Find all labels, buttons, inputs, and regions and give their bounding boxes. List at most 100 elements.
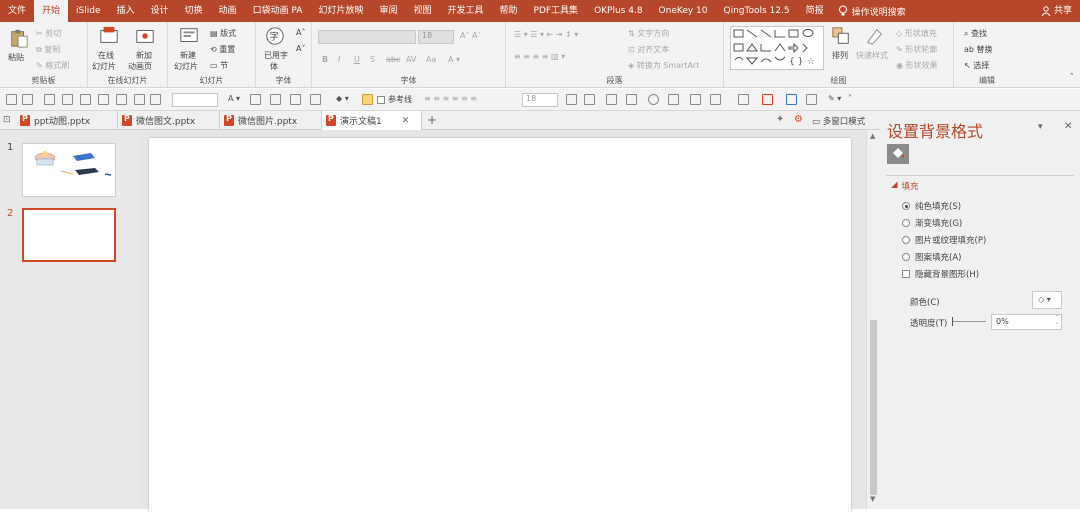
menu-file[interactable]: 文件 [0,0,34,22]
menu-insert[interactable]: 插入 [109,0,143,22]
qat-icon-3[interactable] [44,94,55,105]
grow-font-icon[interactable]: A˄ A˅ [460,31,482,40]
qat-fill-icon[interactable]: ◆ ▾ [336,94,349,103]
picture-fill-radio[interactable] [902,236,910,244]
menu-developer[interactable]: 开发工具 [439,0,491,22]
shape-outline-button[interactable]: ✎ 形状轮廓 [896,44,937,55]
menu-design[interactable]: 设计 [143,0,177,22]
new-slide-button[interactable]: 新建 [180,50,196,61]
section-button[interactable]: ▭ 节 [210,60,228,71]
format-painter-button[interactable]: ✎ 格式刷 [36,60,69,71]
tab-presentation1[interactable]: 演示文稿1 ✕ [322,111,422,130]
shape-fill-button[interactable]: ◇ 形状填充 [896,28,937,39]
slide-canvas[interactable] [149,138,851,512]
reference-line-toggle[interactable]: 参考线 [377,94,412,105]
scroll-up-icon[interactable]: ▲ [870,132,875,140]
qat-icon-7[interactable] [116,94,127,105]
transparency-slider-handle[interactable] [952,317,953,326]
underline-button[interactable]: U [354,55,360,64]
find-button[interactable]: ⌕ 查找 [964,28,987,39]
align-text-button[interactable]: ⊡ 对齐文本 [628,44,669,55]
pattern-fill-option[interactable]: 图案填充(A) [902,251,961,263]
bold-button[interactable]: B [322,55,328,64]
qat-pen-icon[interactable]: ✎ ▾ [828,94,841,103]
layout-button[interactable]: ▤ 版式 [210,28,236,39]
replace-button[interactable]: ab 替换 [964,44,993,55]
paste-button[interactable]: 粘贴 [8,52,24,63]
qat-icon-10[interactable] [250,94,261,105]
tell-me-search[interactable]: 操作说明搜索 [838,5,906,18]
color-picker-button[interactable]: ◇ ▾ [1032,291,1062,309]
qat-icon-4[interactable] [62,94,73,105]
qat-icon-22[interactable] [738,94,749,105]
qat-icon-13[interactable] [310,94,321,105]
qat-icon-2[interactable] [22,94,33,105]
scroll-down-icon[interactable]: ▼ [870,495,875,503]
qat-customize-icon[interactable]: ˅ [848,94,852,103]
qat-icon-25[interactable] [806,94,817,105]
qat-icon-11[interactable] [270,94,281,105]
solid-fill-radio[interactable] [902,202,910,210]
reset-button[interactable]: ⟲ 重置 [210,44,235,55]
qat-icon-1[interactable] [6,94,17,105]
char-spacing-button[interactable]: AV [406,55,416,64]
hide-background-checkbox[interactable] [902,270,910,278]
quick-styles-button[interactable]: 快速样式 [856,50,888,61]
qat-icon-5[interactable] [80,94,91,105]
qat-icon-16[interactable] [606,94,617,105]
tab-ppt-gif[interactable]: ppt动图.pptx [16,111,118,130]
qat-dropdown[interactable] [172,93,218,107]
qat-font-a-icon[interactable]: A ▾ [228,94,240,103]
qat-icon-23[interactable] [762,94,773,105]
menu-animations[interactable]: 动画 [211,0,245,22]
menu-slideshow[interactable]: 幻灯片放映 [310,0,371,22]
smartart-button[interactable]: ◈ 转换为 SmartArt [628,60,699,71]
arrange-button[interactable]: 排列 [832,50,848,61]
align-icons[interactable]: ≡ ≡ ≡ ≡ ▥ ▾ [514,52,565,61]
select-button[interactable]: ↖ 选择 [964,60,989,71]
scrollbar-thumb[interactable] [870,320,877,495]
cut-button[interactable]: ✂ 剪切 [36,28,61,39]
new-animation-page-button[interactable]: 新加 [136,50,152,61]
menu-view[interactable]: 视图 [405,0,439,22]
reference-line-checkbox[interactable] [377,95,385,104]
transparency-slider[interactable] [952,321,986,322]
qat-icon-20[interactable] [690,94,701,105]
pattern-fill-radio[interactable] [902,253,910,261]
tab-wechat-article[interactable]: 微信图文.pptx [118,111,220,130]
menu-islide[interactable]: iSlide [68,0,108,22]
bullets-icon[interactable]: ☰ ▾ ☰ ▾ ⇤ ⇥ ↕ ▾ [514,30,578,39]
shape-effects-button[interactable]: ◉ 形状效果 [896,60,938,71]
qat-icon-8[interactable] [134,94,145,105]
fill-tab[interactable] [887,144,909,164]
menu-pdf-tools[interactable]: PDF工具集 [526,0,587,22]
menu-briefing[interactable]: 简报 [798,0,832,22]
solid-fill-option[interactable]: 纯色填充(S) [902,200,961,212]
close-tab-icon[interactable]: ✕ [402,116,410,126]
menu-review[interactable]: 审阅 [371,0,405,22]
font-color-button[interactable]: A ▾ [448,55,460,64]
qat-icon-19[interactable] [668,94,679,105]
decrease-font-icon[interactable]: A˅ [296,44,305,53]
text-direction-button[interactable]: ⇅ 文字方向 [628,28,669,39]
menu-transitions[interactable]: 切换 [177,0,211,22]
qat-icon-15[interactable] [584,94,595,105]
menu-okplus[interactable]: OKPlus 4.8 [586,0,650,22]
change-case-button[interactable]: Aa [426,55,436,64]
transparency-input[interactable]: 0% [991,314,1062,330]
online-slide-button[interactable]: 在线 [98,50,114,61]
settings-gear-icon[interactable]: ⚙ [794,114,803,125]
editor-scrollbar[interactable]: ▲ ▼ [866,130,880,509]
slide-thumbnail-1[interactable] [22,143,116,197]
qat-icon-21[interactable] [710,94,721,105]
fill-section-header[interactable]: ◢ 填充 [891,180,919,192]
new-tab-icon[interactable]: + [427,113,437,127]
qat-icon-6[interactable] [98,94,109,105]
gradient-fill-radio[interactable] [902,219,910,227]
italic-button[interactable]: I [338,55,340,64]
tab-list-icon[interactable]: ⊡ [3,115,11,125]
qat-icon-17[interactable] [626,94,637,105]
qat-icon-18[interactable] [648,94,659,105]
font-name-dropdown[interactable] [318,30,416,44]
shapes-gallery[interactable]: { } ☆ [730,26,824,70]
